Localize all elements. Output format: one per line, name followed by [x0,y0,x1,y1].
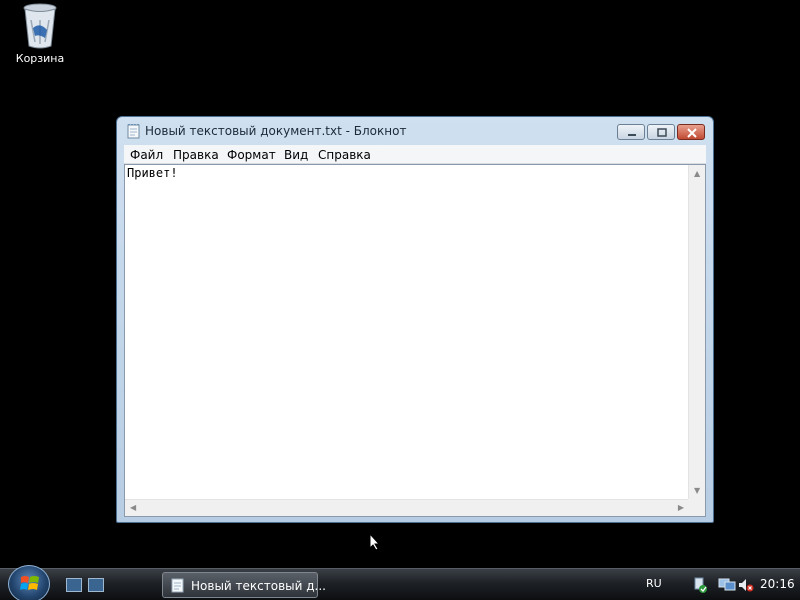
maximize-icon [657,128,667,137]
clock[interactable]: 20:16 [760,577,795,591]
scrollbar-corner [688,499,705,516]
mouse-pointer-icon [369,533,381,551]
volume-muted-icon[interactable] [738,577,754,593]
taskbar-button-notepad[interactable]: Новый текстовый д... [162,572,326,598]
scroll-down-icon[interactable]: ▼ [694,487,700,495]
maximize-button[interactable] [647,124,675,140]
minimize-button[interactable] [617,124,645,140]
notepad-icon [171,578,184,593]
menu-view[interactable]: Вид [284,148,308,162]
scroll-up-icon[interactable]: ▲ [694,170,700,178]
windows-orb-icon [20,576,39,590]
show-desktop-icon[interactable] [66,578,82,592]
notepad-window: Новый текстовый документ.txt - Блокнот Ф… [116,116,714,523]
menu-help[interactable]: Справка [318,148,371,162]
document-text[interactable]: Привет! [127,166,178,180]
text-editor[interactable]: Привет! ▲ ▼ ◀ ▶ [124,164,706,517]
desktop-icon-recycle-bin[interactable]: Корзина [10,2,70,65]
minimize-icon [628,134,636,136]
notepad-icon [127,124,140,139]
taskbar: Новый текстовый д... RU 20:16 [0,565,800,600]
scroll-left-icon[interactable]: ◀ [130,504,136,512]
menu-file[interactable]: Файл [130,148,163,162]
recycle-bin-icon [23,3,57,49]
menu-format[interactable]: Формат [227,148,276,162]
window-title: Новый текстовый документ.txt - Блокнот [145,124,407,138]
scroll-right-icon[interactable]: ▶ [678,504,684,512]
vertical-scrollbar[interactable]: ▲ ▼ [688,165,705,499]
monitor-network-icon[interactable] [718,577,736,593]
switch-windows-icon[interactable] [88,578,104,592]
language-indicator[interactable]: RU [646,577,662,590]
horizontal-scrollbar[interactable]: ◀ ▶ [125,499,689,516]
close-icon [687,128,697,138]
menu-edit[interactable]: Правка [173,148,219,162]
network-icon[interactable] [692,577,708,593]
start-button[interactable] [8,565,50,600]
title-bar[interactable]: Новый текстовый документ.txt - Блокнот [117,117,713,145]
menu-bar: Файл Правка Формат Вид Справка [124,145,706,164]
close-button[interactable] [677,124,705,140]
recycle-bin-label: Корзина [15,52,65,65]
taskbar-button-label: Новый текстовый д... [191,579,326,593]
